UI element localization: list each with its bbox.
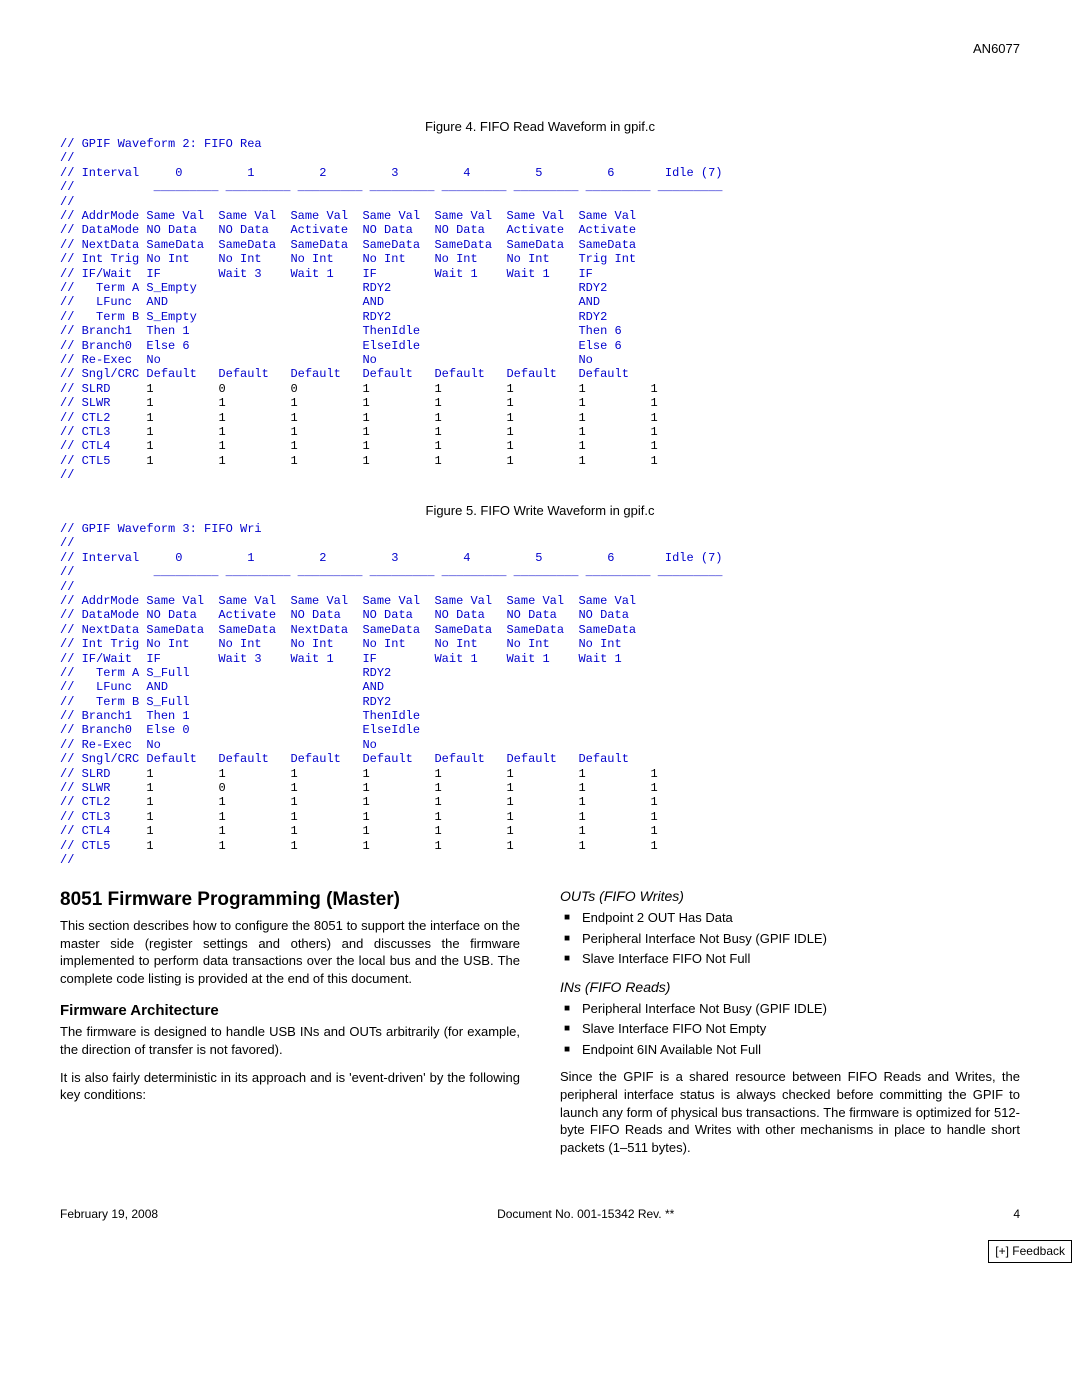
left-column: 8051 Firmware Programming (Master) This …	[60, 887, 520, 1166]
arch-paragraph-2: It is also fairly deterministic in its a…	[60, 1069, 520, 1104]
body-columns: 8051 Firmware Programming (Master) This …	[60, 887, 1020, 1166]
code-block-fig4: // GPIF Waveform 2: FIFO Rea // // Inter…	[60, 137, 1020, 482]
figure4-caption: Figure 4. FIFO Read Waveform in gpif.c	[60, 118, 1020, 136]
list-item: Endpoint 2 OUT Has Data	[560, 909, 1020, 927]
footer-docrev: Document No. 001-15342 Rev. **	[497, 1206, 674, 1222]
footer-page: 4	[1013, 1206, 1020, 1222]
outs-heading: OUTs (FIFO Writes)	[560, 887, 1020, 906]
code-block-fig5: // GPIF Waveform 3: FIFO Wri // // Inter…	[60, 522, 1020, 867]
subheading-firmware-arch: Firmware Architecture	[60, 1001, 520, 1021]
section-heading: 8051 Firmware Programming (Master)	[60, 887, 520, 913]
intro-paragraph: This section describes how to configure …	[60, 917, 520, 987]
page-header-docnum: AN6077	[60, 40, 1020, 58]
outs-list: Endpoint 2 OUT Has Data Peripheral Interf…	[560, 909, 1020, 968]
feedback-button[interactable]: [+] Feedback	[988, 1240, 1072, 1262]
list-item: Peripheral Interface Not Busy (GPIF IDLE…	[560, 1000, 1020, 1018]
ins-heading: INs (FIFO Reads)	[560, 978, 1020, 997]
ins-list: Peripheral Interface Not Busy (GPIF IDLE…	[560, 1000, 1020, 1059]
arch-paragraph-1: The firmware is designed to handle USB I…	[60, 1023, 520, 1058]
page-footer: February 19, 2008 Document No. 001-15342…	[60, 1206, 1020, 1222]
list-item: Slave Interface FIFO Not Empty	[560, 1020, 1020, 1038]
figure5-caption: Figure 5. FIFO Write Waveform in gpif.c	[60, 502, 1020, 520]
footer-date: February 19, 2008	[60, 1206, 158, 1222]
right-column: OUTs (FIFO Writes) Endpoint 2 OUT Has Da…	[560, 887, 1020, 1166]
list-item: Slave Interface FIFO Not Full	[560, 950, 1020, 968]
closing-paragraph: Since the GPIF is a shared resource betw…	[560, 1068, 1020, 1156]
list-item: Peripheral Interface Not Busy (GPIF IDLE…	[560, 930, 1020, 948]
list-item: Endpoint 6IN Available Not Full	[560, 1041, 1020, 1059]
